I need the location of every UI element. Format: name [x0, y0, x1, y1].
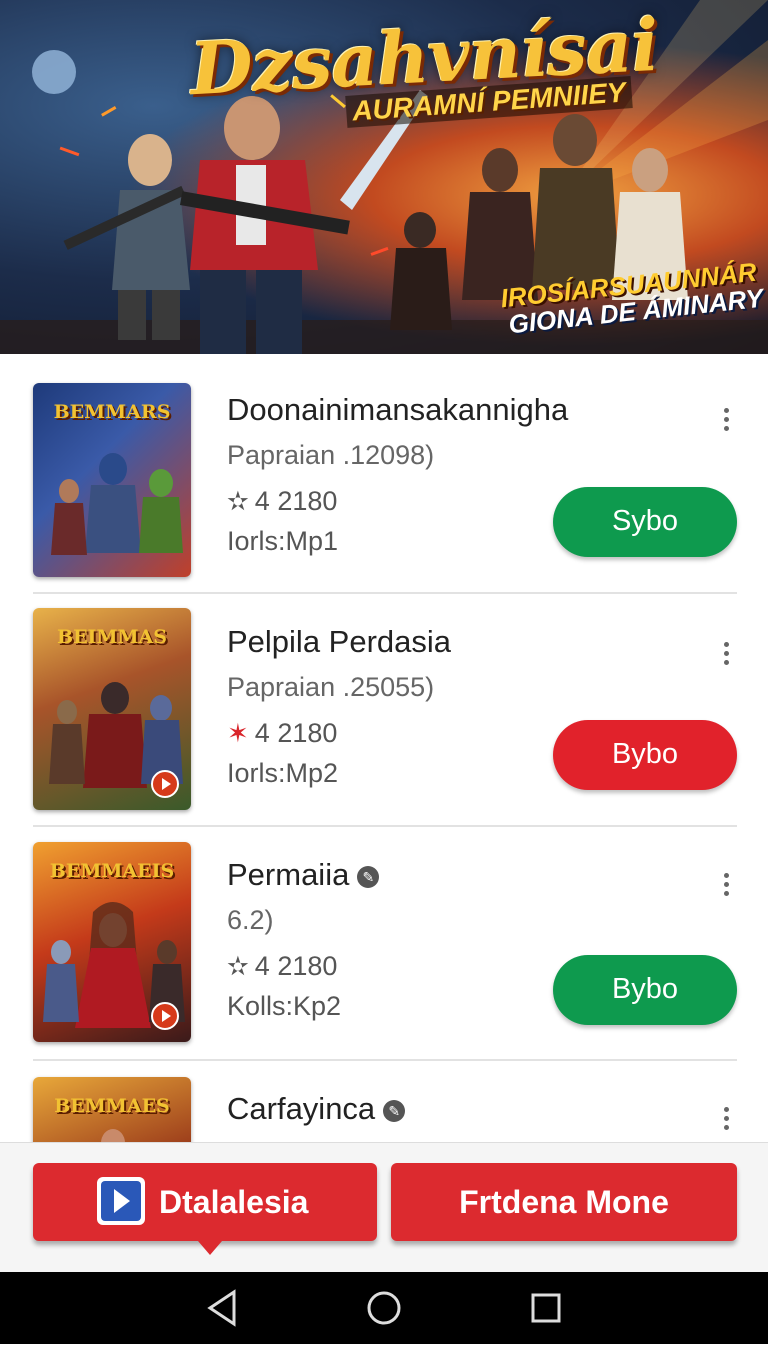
- pointer-notch: [198, 1241, 222, 1255]
- bottom-action-bar: Dtalalesia Frtdena Mone: [0, 1142, 768, 1273]
- thumbnail-logo: BEMMAEIS: [49, 860, 175, 882]
- star-icon: ✫: [227, 951, 249, 981]
- game-rating: ✫ 4 2180: [227, 486, 337, 517]
- rating-value: 4 2180: [254, 718, 338, 748]
- thumbnail-logo: BEIMMAS: [57, 626, 167, 648]
- install-button[interactable]: Bybo: [553, 955, 737, 1025]
- more-options-icon[interactable]: [714, 869, 738, 905]
- more-options-icon[interactable]: [714, 1103, 738, 1139]
- game-subtitle: Papraian .12098): [227, 440, 435, 470]
- game-rating: ✶ 4 2180: [227, 718, 337, 749]
- system-navigation-bar: [0, 1272, 768, 1344]
- home-icon[interactable]: [344, 1272, 424, 1344]
- app-icon: [97, 1177, 145, 1225]
- game-title-text: Permaiia: [227, 857, 350, 892]
- game-title[interactable]: Pelpila Perdasia: [227, 624, 451, 660]
- play-icon: [151, 770, 179, 798]
- rating-value: 4 2180: [254, 486, 338, 516]
- game-list: BEMMARS Doonainimansakannigha Papraian .…: [0, 354, 768, 1142]
- back-icon[interactable]: [182, 1272, 262, 1344]
- verified-icon: ✎: [383, 1099, 406, 1122]
- game-thumbnail[interactable]: BEMMARS: [33, 383, 191, 577]
- bottom-left-button[interactable]: Dtalalesia: [33, 1163, 377, 1255]
- game-title[interactable]: Permaiia ✎: [227, 857, 380, 893]
- game-thumbnail[interactable]: BEMMAES: [33, 1077, 191, 1142]
- game-list-item[interactable]: BEMMAES Carfayinca ✎: [0, 1061, 768, 1142]
- game-list-item[interactable]: BEMMARS Doonainimansakannigha Papraian .…: [0, 354, 768, 594]
- bottom-right-button[interactable]: Frtdena Mone: [391, 1163, 737, 1241]
- game-title[interactable]: Carfayinca ✎: [227, 1091, 406, 1127]
- recents-icon[interactable]: [506, 1272, 586, 1344]
- verified-icon: ✎: [357, 865, 380, 888]
- game-thumbnail[interactable]: BEIMMAS: [33, 608, 191, 810]
- bottom-left-label: Dtalalesia: [159, 1184, 309, 1220]
- game-meta: Iorls:Mp1: [227, 526, 339, 556]
- game-meta: Kolls:Kp2: [227, 991, 342, 1021]
- game-thumbnail[interactable]: BEMMAEIS: [33, 842, 191, 1042]
- game-list-item[interactable]: BEMMAEIS Permaiia ✎ 6.2) ✫ 4 2180 Kolls:Kp…: [0, 827, 768, 1061]
- game-list-item[interactable]: BEIMMAS Pelpila Perdasia Papraian .25055…: [0, 594, 768, 827]
- thumbnail-logo: BEMMAES: [54, 1095, 170, 1117]
- game-subtitle: 6.2): [227, 905, 274, 935]
- star-icon: ✶: [227, 718, 249, 748]
- rating-value: 4 2180: [254, 951, 338, 981]
- star-icon: ✫: [227, 486, 249, 516]
- thumbnail-logo: BEMMARS: [53, 401, 171, 423]
- game-rating: ✫ 4 2180: [227, 951, 337, 982]
- install-button[interactable]: Bybo: [553, 720, 737, 790]
- hero-banner[interactable]: Dzsahvnísai AURAMNÍ PEMNIIEY IROSÍARSUAU…: [0, 0, 768, 354]
- more-options-icon[interactable]: [714, 404, 738, 440]
- game-meta: Iorls:Mp2: [227, 758, 339, 788]
- more-options-icon[interactable]: [714, 638, 738, 674]
- install-button[interactable]: Sybo: [553, 487, 737, 557]
- play-icon: [151, 1002, 179, 1030]
- game-title-text: Carfayinca: [227, 1091, 376, 1126]
- game-title[interactable]: Doonainimansakannigha: [227, 392, 568, 428]
- game-subtitle: Papraian .25055): [227, 672, 435, 702]
